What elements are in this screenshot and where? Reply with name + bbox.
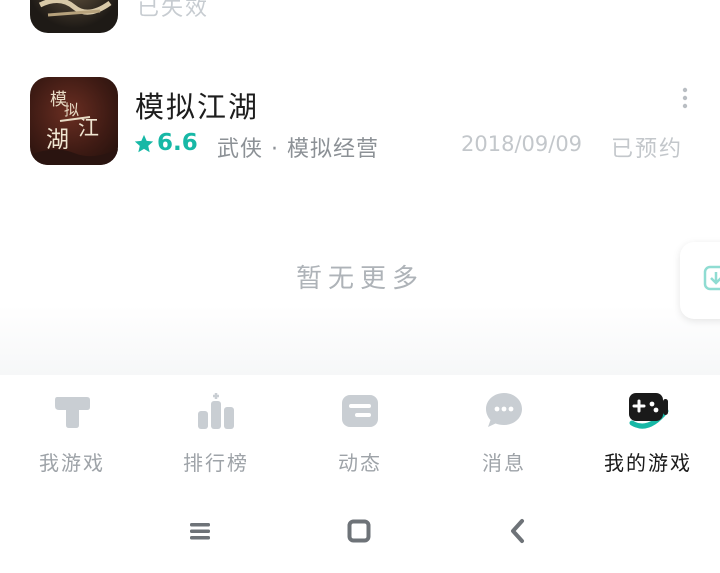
gamepad-icon [629, 393, 669, 429]
tab-my-games[interactable]: 我的游戏 [576, 375, 720, 490]
tab-label: 动态 [338, 451, 382, 475]
game-art-icon [38, 0, 112, 17]
game-tags: 武侠 · 模拟经营 [217, 137, 379, 162]
svg-text:江: 江 [78, 116, 99, 140]
game-art-icon: 模 拟 江 湖 [30, 90, 118, 165]
list-item[interactable]: 已失效 [0, 0, 720, 38]
tab-my-games-home[interactable]: 我游戏 [0, 375, 144, 490]
game-icon[interactable] [30, 0, 118, 33]
svg-text:拟: 拟 [64, 101, 79, 119]
menu-button[interactable] [180, 514, 220, 548]
home-icon [347, 519, 371, 543]
back-icon [511, 519, 524, 543]
download-icon [703, 265, 720, 291]
rating-value: 6.6 [157, 130, 198, 156]
feed-icon [342, 395, 378, 427]
list-item[interactable]: 模 拟 江 湖 模拟江湖 6.6 武侠 · 模拟经营 2018/09/09 已预… [0, 76, 720, 168]
menu-icon [190, 523, 210, 540]
tab-ranking[interactable]: 排行榜 [144, 375, 288, 490]
star-icon [133, 133, 155, 159]
game-list: 已失效 模 拟 江 湖 模拟江湖 6.6 武侠 · 模拟经营 2018/09/0… [0, 0, 720, 375]
download-float-button[interactable] [680, 242, 720, 319]
svg-text:湖: 湖 [46, 127, 69, 153]
home-button[interactable] [339, 514, 379, 548]
more-options-button[interactable] [676, 86, 694, 110]
back-button[interactable] [498, 514, 538, 548]
bottom-tab-bar: 我游戏 排行榜 动态 消息 我的游戏 [0, 375, 720, 490]
ranking-icon [198, 393, 234, 429]
reservation-status: 已失效 [137, 0, 210, 21]
reservation-date: 2018/09/09 [461, 132, 583, 156]
tab-label: 消息 [482, 451, 526, 475]
list-end-text: 暂无更多 [295, 264, 424, 294]
reservation-status: 已预约 [611, 137, 684, 162]
tab-label: 排行榜 [183, 451, 249, 475]
tab-label: 我的游戏 [604, 451, 692, 475]
game-tag-icon [55, 397, 90, 428]
system-navigation-bar [0, 490, 720, 573]
tab-messages[interactable]: 消息 [432, 375, 576, 490]
more-vertical-icon [682, 87, 688, 109]
message-icon [486, 393, 522, 427]
game-icon[interactable]: 模 拟 江 湖 [30, 77, 118, 165]
tab-label: 我游戏 [39, 451, 105, 475]
game-title[interactable]: 模拟江湖 [135, 84, 259, 126]
tab-feed[interactable]: 动态 [288, 375, 432, 490]
